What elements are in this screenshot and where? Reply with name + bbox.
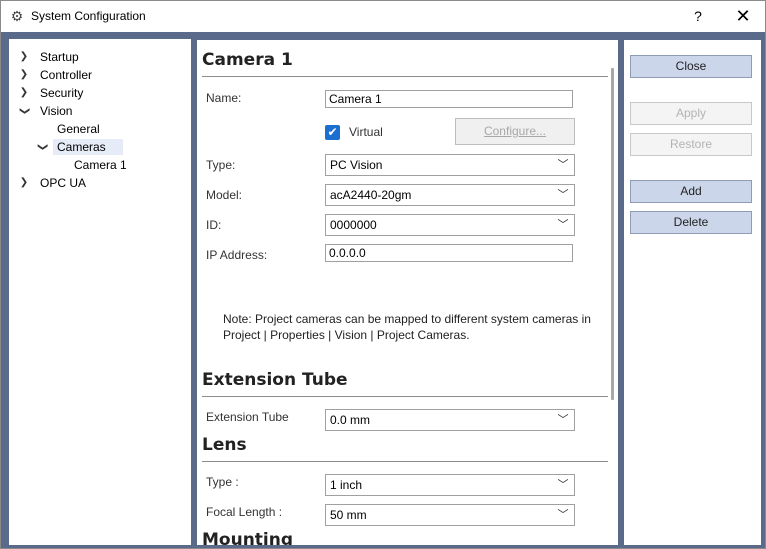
tree-item-camera-1[interactable]: Camera 1 bbox=[74, 157, 127, 173]
focal-length-select[interactable]: 50 mm ﹀ bbox=[325, 504, 575, 526]
navigation-tree: ❯ Startup ❯ Controller ❯ Security ❯ Visi… bbox=[9, 39, 191, 545]
focal-length-value: 50 mm bbox=[330, 508, 367, 522]
chevron-right-icon[interactable]: ❯ bbox=[19, 49, 29, 65]
note-line: Project | Properties | Vision | Project … bbox=[223, 328, 470, 342]
type-value: PC Vision bbox=[330, 158, 383, 172]
ip-address-label: IP Address: bbox=[206, 248, 268, 262]
vertical-scrollbar[interactable] bbox=[611, 68, 614, 400]
tree-item-label: General bbox=[57, 122, 100, 136]
checkmark-icon: ✔ bbox=[327, 125, 338, 139]
lens-type-label: Type : bbox=[206, 475, 239, 489]
type-select[interactable]: PC Vision ﹀ bbox=[325, 154, 575, 176]
virtual-label: Virtual bbox=[349, 125, 383, 139]
delete-button[interactable]: Delete bbox=[630, 211, 752, 234]
id-value: 0000000 bbox=[330, 218, 377, 232]
mounting-section-title: Mounting bbox=[202, 530, 294, 545]
close-button[interactable]: Close bbox=[630, 55, 752, 78]
mapping-note: Note: Project cameras can be mapped to d… bbox=[223, 311, 608, 343]
extension-tube-select[interactable]: 0.0 mm ﹀ bbox=[325, 409, 575, 431]
help-button[interactable]: ? bbox=[685, 5, 711, 27]
chevron-down-icon[interactable]: ﹀ bbox=[556, 155, 570, 175]
model-select[interactable]: acA2440-20gm ﹀ bbox=[325, 184, 575, 206]
lens-type-select[interactable]: 1 inch ﹀ bbox=[325, 474, 575, 496]
camera-settings-panel: Camera 1 Name: Camera 1 ✔ Virtual Config… bbox=[197, 40, 618, 545]
id-label: ID: bbox=[206, 218, 222, 232]
chevron-right-icon[interactable]: ❯ bbox=[19, 67, 29, 83]
chevron-right-icon[interactable]: ❯ bbox=[19, 85, 29, 101]
system-configuration-window: ⚙ System Configuration ? ✕ ❯ Startup ❯ C… bbox=[0, 0, 766, 549]
chevron-down-icon[interactable]: ﹀ bbox=[556, 410, 570, 430]
chevron-down-icon[interactable]: ❯ bbox=[16, 106, 32, 116]
chevron-down-icon[interactable]: ﹀ bbox=[556, 215, 570, 235]
model-label: Model: bbox=[206, 188, 243, 202]
section-divider bbox=[202, 461, 608, 462]
name-input[interactable]: Camera 1 bbox=[325, 90, 573, 108]
chevron-down-icon[interactable]: ﹀ bbox=[556, 185, 570, 205]
gear-icon: ⚙ bbox=[10, 8, 24, 24]
tree-item-general[interactable]: General bbox=[57, 121, 100, 137]
configure-button[interactable]: Configure... bbox=[455, 118, 575, 145]
section-divider bbox=[202, 76, 608, 77]
tree-item-label: Cameras bbox=[53, 139, 123, 155]
lens-type-value: 1 inch bbox=[330, 478, 363, 492]
tree-item-label: OPC UA bbox=[40, 176, 87, 190]
tree-item-label: Controller bbox=[40, 68, 93, 82]
virtual-checkbox[interactable]: ✔ bbox=[325, 125, 340, 140]
lens-section-title: Lens bbox=[202, 435, 247, 455]
focal-length-label: Focal Length : bbox=[206, 505, 283, 519]
tree-item-label: Vision bbox=[40, 104, 73, 118]
camera-section-title: Camera 1 bbox=[202, 50, 293, 70]
tree-item-label: Startup bbox=[40, 50, 79, 64]
ip-address-input[interactable]: 0.0.0.0 bbox=[325, 244, 573, 262]
add-button[interactable]: Add bbox=[630, 180, 752, 203]
extension-tube-label: Extension Tube bbox=[206, 410, 289, 424]
id-select[interactable]: 0000000 ﹀ bbox=[325, 214, 575, 236]
note-line: Note: Project cameras can be mapped to d… bbox=[223, 312, 591, 326]
tree-item-label: Security bbox=[40, 86, 84, 100]
name-label: Name: bbox=[206, 91, 242, 105]
close-window-button[interactable]: ✕ bbox=[729, 5, 757, 27]
tree-item-label: Camera 1 bbox=[74, 158, 127, 172]
extension-tube-value: 0.0 mm bbox=[330, 413, 371, 427]
chevron-down-icon[interactable]: ❯ bbox=[34, 142, 50, 152]
title-bar: ⚙ System Configuration ? ✕ bbox=[1, 1, 765, 32]
restore-button[interactable]: Restore bbox=[630, 133, 752, 156]
action-buttons-panel: Close Apply Restore Add Delete bbox=[624, 40, 761, 545]
apply-button[interactable]: Apply bbox=[630, 102, 752, 125]
section-divider bbox=[202, 396, 608, 397]
chevron-down-icon[interactable]: ﹀ bbox=[556, 505, 570, 525]
chevron-down-icon[interactable]: ﹀ bbox=[556, 475, 570, 495]
chevron-right-icon[interactable]: ❯ bbox=[19, 175, 29, 191]
type-label: Type: bbox=[206, 158, 236, 172]
model-value: acA2440-20gm bbox=[330, 188, 412, 202]
window-title: System Configuration bbox=[31, 9, 146, 23]
extension-tube-section-title: Extension Tube bbox=[202, 370, 348, 390]
